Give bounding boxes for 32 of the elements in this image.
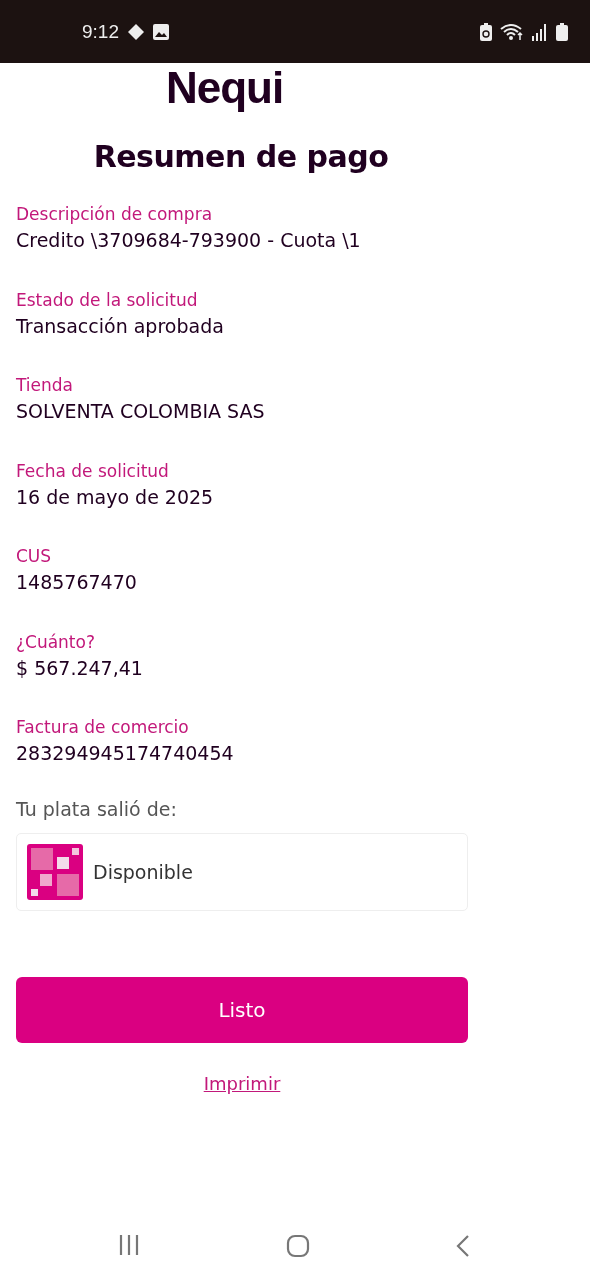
wifi-icon	[500, 22, 524, 41]
field-label: Descripción de compra	[16, 203, 214, 227]
battery-icon	[556, 22, 568, 41]
field-label: Estado de la solicitud	[16, 288, 199, 312]
print-link[interactable]: Imprimir	[203, 1072, 281, 1094]
battery-saver-icon	[480, 22, 492, 41]
home-icon[interactable]	[286, 1234, 310, 1258]
diamond-icon	[127, 22, 145, 41]
recent-apps-icon[interactable]	[118, 1234, 140, 1256]
field-label: CUS	[16, 545, 53, 569]
field-label: ¿Cuánto?	[16, 630, 96, 654]
field-value: Transacción aprobada	[16, 313, 225, 339]
signal-icon	[532, 22, 548, 41]
account-card[interactable]: Disponible	[16, 832, 468, 911]
logo: Nequi	[166, 65, 284, 112]
page-title: Resumen de pago	[92, 139, 390, 175]
source-heading: Tu plata salió de:	[16, 796, 178, 821]
field-value: SOLVENTA COLOMBIA SAS	[16, 399, 266, 425]
field-value: 16 de mayo de 2025	[16, 484, 215, 510]
clock: 9:12	[82, 20, 119, 43]
field-label: Fecha de solicitud	[16, 459, 170, 483]
field-value: 283294945174740454	[16, 741, 235, 767]
field-value: 1485767470	[16, 570, 138, 596]
field-value: $ 567.247,41	[16, 655, 144, 681]
account-icon	[27, 843, 83, 900]
account-name: Disponible	[93, 860, 193, 883]
field-value: Credito \3709684-793900 - Cuota \1	[16, 228, 362, 254]
back-icon[interactable]	[456, 1234, 470, 1258]
field-label: Factura de comercio	[16, 716, 190, 740]
done-button[interactable]: Listo	[16, 976, 468, 1043]
field-label: Tienda	[16, 374, 75, 398]
image-icon	[153, 23, 169, 40]
